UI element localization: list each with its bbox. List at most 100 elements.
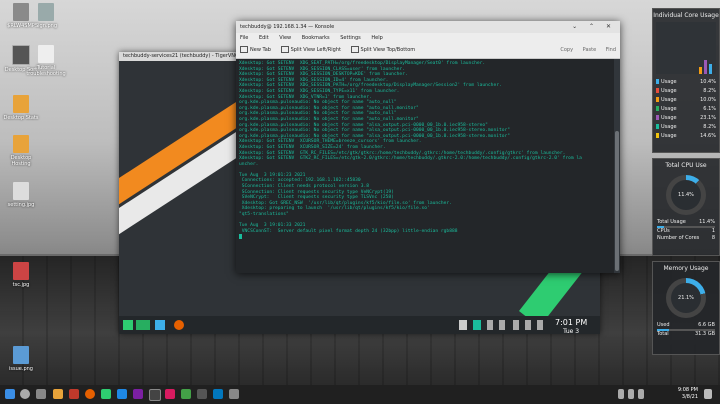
widget-title: Individual Core Usage (653, 12, 719, 19)
terminal-icon[interactable] (149, 389, 161, 401)
app-icon[interactable] (197, 389, 207, 399)
menu-bookmarks[interactable]: Bookmarks (302, 35, 330, 41)
terminal-cursor-line (239, 234, 609, 241)
core-color-swatch (656, 88, 659, 93)
konsole-window[interactable]: techbuddy@ 192.168.1.34 — Konsole ⌄ ⌃ ✕ … (236, 21, 620, 273)
split-left-right-button[interactable]: Split View Left/Right (280, 43, 341, 58)
core-list: Usage 10.4% Usage 8.2% Usage 10.0% Usage 6.1% Us… (653, 77, 719, 140)
widget-title: Memory Usage (663, 265, 709, 272)
scrollbar-thumb[interactable] (615, 131, 619, 271)
cpu-count-row: CPUs 1 (657, 228, 715, 234)
taskbar-clock[interactable]: 9:08 PM 3/8/21 (678, 387, 698, 401)
bluetooth-icon[interactable] (513, 320, 519, 330)
widget-title: Total CPU Use (665, 162, 707, 169)
cpu-widget: Total CPU Use 11.4% Total Usage 11.4% CPU… (652, 158, 720, 256)
memory-total-row: Total 31.3 GB (657, 331, 715, 337)
app-icon[interactable] (117, 389, 127, 399)
core-color-swatch (656, 133, 659, 138)
app-icon[interactable] (133, 389, 143, 399)
scrollbar[interactable] (614, 59, 620, 273)
start-menu-icon[interactable] (123, 320, 133, 330)
network-icon[interactable] (499, 320, 505, 330)
windows-start-icon[interactable] (5, 389, 15, 399)
window-controls[interactable]: ⌄ ⌃ ✕ (572, 21, 616, 33)
menu-help[interactable]: Help (371, 35, 382, 41)
core-usage-row: Usage 10.4% (653, 77, 719, 86)
core-graph (656, 22, 716, 74)
image-file-icon (38, 3, 54, 21)
core-usage-row: Usage 14.6% (653, 131, 719, 140)
folder-icon (13, 135, 29, 153)
core-usage-row: Usage 6.1% (653, 104, 719, 113)
chevron-up-icon[interactable] (537, 320, 543, 330)
cpu-total-row: Total Usage 11.4% (657, 219, 715, 225)
core-color-swatch (656, 106, 659, 111)
desktop-icon[interactable]: tsc.jpg (1, 262, 41, 288)
app-icon[interactable] (229, 389, 239, 399)
konsole-titlebar[interactable]: techbuddy@ 192.168.1.34 — Konsole ⌄ ⌃ ✕ (236, 21, 620, 33)
app-icon[interactable] (101, 389, 111, 399)
find-button[interactable]: Find (606, 47, 616, 53)
graph-bar (709, 64, 712, 74)
firefox-icon[interactable] (85, 389, 95, 399)
app-icon[interactable] (181, 389, 191, 399)
terminal-tray-icon[interactable] (473, 320, 481, 330)
image-file-icon (13, 262, 29, 280)
app-icon[interactable] (69, 389, 79, 399)
folder-icon (13, 95, 29, 113)
graph-bar (699, 67, 702, 74)
files-icon[interactable] (155, 320, 165, 330)
memory-gauge: 21.1% (666, 278, 706, 318)
desktop-icon[interactable]: Sign.png (26, 3, 66, 29)
desktop-icon-btn[interactable] (136, 320, 150, 330)
remote-panel[interactable] (119, 316, 600, 334)
menu-view[interactable]: View (279, 35, 291, 41)
image-file-icon (13, 346, 29, 364)
file-explorer-icon[interactable] (53, 389, 63, 399)
tray-icon[interactable] (618, 389, 624, 399)
core-usage-row: Usage 8.2% (653, 122, 719, 131)
graph-bar (704, 60, 707, 74)
volume-icon[interactable] (638, 389, 644, 399)
desktop-icon[interactable]: Tutorial troubleshooting (26, 45, 66, 77)
cpu-gauge: 11.4% (666, 175, 706, 215)
split-top-bottom-button[interactable]: Split View Top/Bottom (350, 43, 415, 58)
terminal-cursor (239, 234, 242, 240)
core-usage-row: Usage 8.2% (653, 86, 719, 95)
menu-file[interactable]: File (240, 35, 248, 41)
core-usage-widget: Individual Core Usage Usage 10.4% Usage 8.2… (652, 8, 720, 153)
split-horizontal-icon (280, 46, 289, 53)
terminal-output[interactable]: Xdesktop: Got SETENV XDG_SEAT_PATH=/org/… (236, 59, 612, 273)
volume-icon[interactable] (525, 320, 531, 330)
vnc-title: techbuddy-services21 (techbuddy) - Tiger… (123, 53, 239, 59)
desktop-icon[interactable]: Desktop Stats (1, 95, 41, 121)
firefox-icon[interactable] (174, 320, 184, 330)
paste-button[interactable]: Paste (583, 47, 597, 53)
taskbar: 9:08 PM 3/8/21 (0, 385, 720, 404)
desktop-icon[interactable]: setting.jpg (1, 182, 41, 208)
app-icon[interactable] (165, 389, 175, 399)
new-tab-button[interactable]: New Tab (240, 43, 271, 58)
menu-settings[interactable]: Settings (340, 35, 361, 41)
core-color-swatch (656, 97, 659, 102)
notification-icon[interactable] (704, 389, 712, 399)
screen-icon[interactable] (459, 320, 467, 330)
desktop-icon[interactable]: issue.png (1, 346, 41, 372)
remote-clock[interactable]: 7:01 PM Tue 3 (555, 318, 587, 336)
memory-widget: Memory Usage 21.1% Used 6.6 GB Total 31.3 … (652, 261, 720, 355)
konsole-toolbar: New Tab Split View Left/Right Split View… (236, 43, 620, 59)
search-icon[interactable] (20, 389, 30, 399)
menu-edit[interactable]: Edit (259, 35, 269, 41)
core-usage-row: Usage 10.0% (653, 95, 719, 104)
network-icon[interactable] (628, 389, 634, 399)
split-vertical-icon (350, 46, 359, 53)
core-color-swatch (656, 115, 659, 120)
task-view-icon[interactable] (36, 389, 46, 399)
memory-used-row: Used 6.6 GB (657, 322, 715, 328)
clipboard-icon[interactable] (487, 320, 493, 330)
copy-button[interactable]: Copy (560, 47, 573, 53)
desktop-icon[interactable]: Desktop Hosting (1, 135, 41, 167)
vnc-taskbar-icon[interactable] (213, 389, 223, 399)
terminal-line: Xdesktop: Got SETENV GTK2_RC_FILES=/etc/… (239, 156, 582, 162)
core-usage-row: Usage 23.1% (653, 113, 719, 122)
